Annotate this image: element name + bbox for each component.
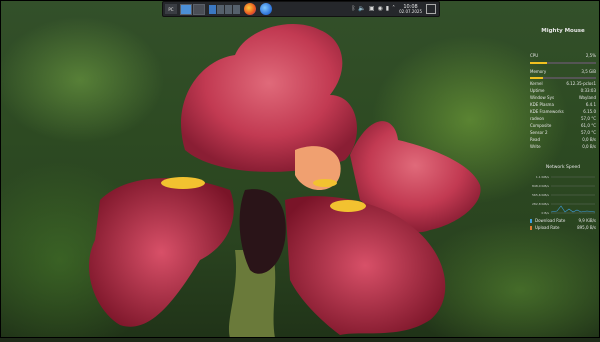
iris-flower-image — [89, 24, 481, 338]
info-value: 6.12.35-pclos1 — [566, 81, 596, 86]
widget-title: Mighty Mouse — [541, 28, 585, 34]
show-desktop-button[interactable] — [426, 4, 436, 14]
network-icon[interactable]: ◉ — [378, 6, 383, 12]
info-row: radeon 57,0 °C — [530, 116, 596, 122]
digital-clock[interactable]: 10:08 02.07.2025 — [399, 4, 422, 14]
info-label: Kernel — [530, 81, 543, 86]
memory-row: Memory 3,5 GiB — [530, 69, 596, 75]
info-label: Window Sys — [530, 95, 555, 100]
task-manager — [209, 4, 240, 14]
info-label: Write — [530, 144, 541, 149]
cpu-bar-fill — [530, 62, 547, 64]
desktop-wallpaper — [0, 0, 600, 338]
download-label: Download Rate — [535, 218, 566, 223]
info-value: 57,0 °C — [581, 116, 596, 121]
memory-value: 3,5 GiB — [581, 69, 596, 74]
download-rate-row: Download Rate 9,9 KiB/s — [530, 218, 596, 224]
graph-label: 565,6 KiB/s — [532, 193, 549, 197]
memory-label: Memory — [530, 69, 547, 74]
upload-rate-row: Upload Rate 895,0 B/s — [530, 225, 596, 231]
info-row: Write 0,0 B/s — [530, 144, 596, 150]
info-value: 0:33:03 — [580, 88, 596, 93]
battery-icon[interactable]: ▮ — [386, 6, 389, 12]
graph-label: 0 B/s — [541, 211, 550, 215]
network-speed-graph — [551, 176, 595, 214]
top-panel: PC ᛒ 🔈 ▣ ◉ ▮ ˄ 10:08 02.07.2025 — [162, 1, 440, 17]
info-value: 61,0 °C — [581, 123, 596, 128]
task-4-button[interactable] — [233, 4, 240, 14]
memory-bar-fill — [530, 77, 544, 79]
info-value: Wayland — [578, 95, 596, 100]
application-launcher-button[interactable]: PC — [165, 4, 177, 14]
info-label: Composite — [530, 123, 552, 128]
info-value: 0,0 B/s — [582, 144, 596, 149]
download-value: 9,9 KiB/s — [578, 218, 596, 223]
info-row: Window Sys Wayland — [530, 95, 596, 101]
globe-icon[interactable] — [260, 3, 272, 15]
info-label: radeon — [530, 116, 545, 121]
info-label: KDE Plasma — [530, 102, 554, 107]
bluetooth-icon[interactable]: ᛒ — [352, 6, 356, 12]
memory-bar — [530, 77, 596, 79]
info-label: KDE Frameworks — [530, 109, 564, 114]
info-row: KDE Plasma 6.4.1 — [530, 102, 596, 108]
task-3-button[interactable] — [225, 4, 232, 14]
info-row: KDE Frameworks 6.15.0 — [530, 109, 596, 115]
cpu-value: 2,5% — [585, 53, 596, 58]
clipboard-icon[interactable]: ▣ — [369, 6, 375, 12]
info-value: 0,0 B/s — [582, 137, 596, 142]
info-row: Kernel 6.12.35-pclos1 — [530, 81, 596, 87]
graph-label: 1.1 KiB/s — [535, 175, 549, 179]
upload-label: Upload Rate — [535, 225, 560, 230]
volume-icon[interactable]: 🔈 — [358, 6, 365, 12]
virtual-desktop-pager — [180, 3, 205, 15]
upload-value: 895,0 B/s — [577, 225, 596, 230]
cpu-row: CPU 2,5% — [530, 53, 596, 59]
graph-label: 848,0 KiB/s — [532, 184, 549, 188]
desktop-2-button[interactable] — [193, 3, 205, 15]
info-row: Sensor 2 57,0 °C — [530, 130, 596, 136]
download-swatch — [530, 219, 532, 223]
upload-swatch — [530, 226, 532, 230]
task-2-button[interactable] — [217, 4, 224, 14]
info-value: 57,0 °C — [581, 130, 596, 135]
network-speed-title: Network Speed — [545, 165, 581, 170]
info-row: Composite 61,0 °C — [530, 123, 596, 129]
system-tray: ᛒ 🔈 ▣ ◉ ▮ ˄ — [352, 6, 395, 12]
info-row: Read 0,0 B/s — [530, 137, 596, 143]
info-value: 6.4.1 — [585, 102, 596, 107]
launcher-label: PC — [168, 6, 174, 12]
graph-label: 282,8 KiB/s — [532, 202, 549, 206]
clock-date: 02.07.2025 — [399, 8, 422, 14]
info-value: 6.15.0 — [583, 109, 596, 114]
info-row: Uptime 0:33:03 — [530, 88, 596, 94]
cpu-bar — [530, 62, 596, 64]
desktop-1-button[interactable] — [180, 3, 192, 15]
info-label: Sensor 2 — [530, 130, 548, 135]
info-label: Uptime — [530, 88, 545, 93]
system-monitor-widget: Mighty Mouse CPU 2,5% Memory 3,5 GiB Ker… — [527, 20, 599, 336]
cpu-label: CPU — [530, 53, 539, 58]
firefox-icon[interactable] — [244, 3, 256, 15]
info-label: Read — [530, 137, 541, 142]
chevron-up-icon[interactable]: ˄ — [392, 6, 395, 12]
task-1-button[interactable] — [209, 4, 216, 14]
